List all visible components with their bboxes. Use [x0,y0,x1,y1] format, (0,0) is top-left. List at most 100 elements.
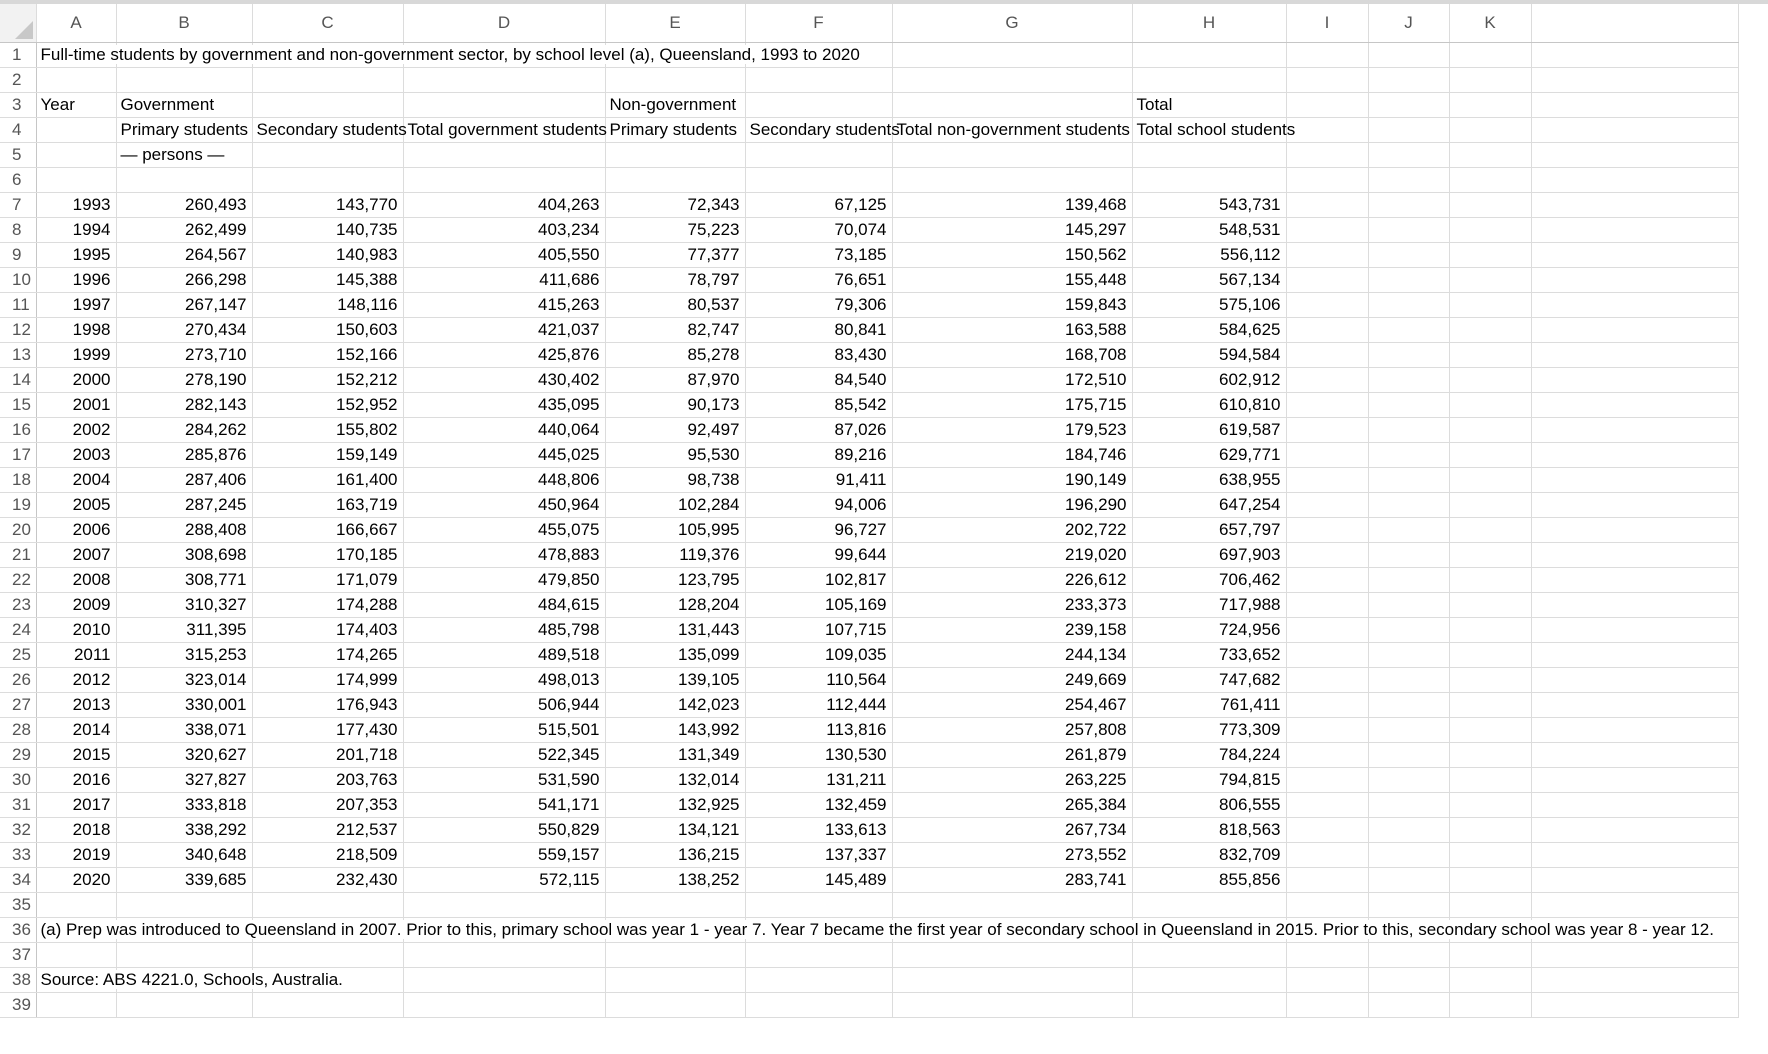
gov-primary-cell[interactable]: 266,298 [116,267,253,293]
year-cell[interactable]: 1994 [36,217,117,243]
cell[interactable] [1449,442,1532,468]
cell[interactable] [1286,92,1369,118]
row-header[interactable]: 15 [0,392,37,418]
cell[interactable] [1286,117,1369,143]
gov-total-cell[interactable]: 478,883 [403,542,606,568]
nongov-total-cell[interactable]: 190,149 [892,467,1133,493]
nongov-total-cell[interactable]: 226,612 [892,567,1133,593]
year-cell[interactable]: 1995 [36,242,117,268]
year-cell[interactable]: 1993 [36,192,117,218]
cell[interactable] [1531,342,1739,368]
spreadsheet-grid[interactable]: A B C D E F G H I J K 1 Full-time studen… [0,0,1768,1054]
nongov-secondary-cell[interactable]: 131,211 [745,767,893,793]
gov-total-cell[interactable]: 435,095 [403,392,606,418]
cell[interactable] [1368,417,1450,443]
cell[interactable] [745,892,893,918]
total-students-cell[interactable]: 724,956 [1132,617,1287,643]
year-cell[interactable]: 2008 [36,567,117,593]
cell[interactable] [1531,242,1739,268]
cell[interactable] [1286,667,1369,693]
cell[interactable] [1449,142,1532,168]
nongov-secondary-cell[interactable]: 99,644 [745,542,893,568]
gov-secondary-cell[interactable]: 159,149 [252,442,404,468]
cell[interactable] [1368,967,1450,993]
cell[interactable] [1449,367,1532,393]
year-cell[interactable]: 2014 [36,717,117,743]
total-students-cell[interactable]: 567,134 [1132,267,1287,293]
cell[interactable] [1368,717,1450,743]
cell[interactable] [1132,167,1287,193]
cell[interactable] [1368,392,1450,418]
cell[interactable] [116,892,253,918]
nongov-primary-cell[interactable]: 95,530 [605,442,746,468]
gov-secondary-cell[interactable]: 148,116 [252,292,404,318]
row-header[interactable]: 35 [0,892,37,918]
cell[interactable] [1368,867,1450,893]
row-header[interactable]: 4 [0,117,37,143]
cell[interactable] [605,67,746,93]
nongov-secondary-cell[interactable]: 94,006 [745,492,893,518]
total-students-cell[interactable]: 773,309 [1132,717,1287,743]
cell[interactable] [1286,42,1369,68]
cell[interactable] [1368,142,1450,168]
gov-total-cell[interactable]: 415,263 [403,292,606,318]
gov-primary-cell[interactable]: 330,001 [116,692,253,718]
gov-primary-cell[interactable]: 340,648 [116,842,253,868]
cell[interactable] [1531,492,1739,518]
gov-secondary-cell[interactable]: 174,403 [252,617,404,643]
total-students-cell[interactable]: 747,682 [1132,667,1287,693]
cell[interactable] [892,942,1133,968]
cell[interactable] [1531,167,1739,193]
cell[interactable] [892,892,1133,918]
cell[interactable] [1531,392,1739,418]
year-header-cell[interactable]: Year [36,92,117,118]
total-students-cell[interactable]: 717,988 [1132,592,1287,618]
cell[interactable] [1449,42,1532,68]
cell[interactable] [1286,317,1369,343]
government-header-cell[interactable]: Government [116,92,253,118]
gov-primary-cell[interactable]: 338,292 [116,817,253,843]
year-cell[interactable]: 2020 [36,867,117,893]
cell[interactable] [36,892,117,918]
cell[interactable] [605,892,746,918]
cell[interactable] [1368,992,1450,1018]
cell[interactable] [1531,867,1739,893]
gov-total-cell[interactable]: 411,686 [403,267,606,293]
nongov-primary-cell[interactable]: 128,204 [605,592,746,618]
gov-secondary-cell[interactable]: 203,763 [252,767,404,793]
cell[interactable] [1531,542,1739,568]
cell[interactable] [1449,867,1532,893]
gov-total-cell[interactable]: 455,075 [403,517,606,543]
cell[interactable] [1132,992,1287,1018]
cell[interactable] [892,992,1133,1018]
column-header-i[interactable]: I [1286,4,1369,43]
nongov-primary-cell[interactable]: 75,223 [605,217,746,243]
nongov-total-cell[interactable]: 219,020 [892,542,1133,568]
row-header[interactable]: 33 [0,842,37,868]
nongov-primary-cell[interactable]: 142,023 [605,692,746,718]
cell[interactable] [1449,967,1532,993]
cell[interactable] [36,142,117,168]
cell[interactable] [403,67,606,93]
nongov-secondary-cell[interactable]: 113,816 [745,717,893,743]
gov-primary-cell[interactable]: 270,434 [116,317,253,343]
gov-primary-cell[interactable]: 338,071 [116,717,253,743]
units-cell[interactable]: — persons — [116,142,253,168]
row-header[interactable]: 1 [0,42,37,68]
cell[interactable] [1368,567,1450,593]
nongov-total-cell[interactable]: 139,468 [892,192,1133,218]
nongov-secondary-header-cell[interactable]: Secondary students [745,117,900,143]
gov-total-cell[interactable]: 403,234 [403,217,606,243]
row-header[interactable]: 39 [0,992,37,1018]
row-header[interactable]: 12 [0,317,37,343]
cell[interactable] [252,67,404,93]
gov-secondary-cell[interactable]: 152,212 [252,367,404,393]
cell[interactable] [745,142,893,168]
cell[interactable] [745,167,893,193]
column-header-k[interactable]: K [1449,4,1532,43]
cell[interactable] [1286,967,1369,993]
gov-secondary-cell[interactable]: 174,265 [252,642,404,668]
year-cell[interactable]: 1997 [36,292,117,318]
year-cell[interactable]: 2003 [36,442,117,468]
nongov-secondary-cell[interactable]: 80,841 [745,317,893,343]
